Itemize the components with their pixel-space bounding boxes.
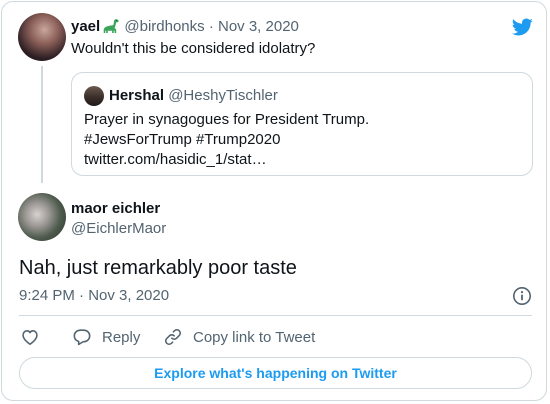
main-tweet-timestamp[interactable]: 9:24 PM · Nov 3, 2020 [19, 286, 169, 306]
thread-connector-line [41, 66, 43, 183]
header-separator: · [208, 18, 214, 35]
twitter-bird-icon[interactable] [510, 16, 534, 38]
reply-label: Reply [102, 328, 141, 346]
quoted-tweet-link: twitter.com/hasidic_1/stat… [84, 151, 267, 168]
main-tweet-text: Nah, just remarkably poor taste [19, 257, 297, 279]
explore-twitter-button[interactable]: Explore what's happening on Twitter [19, 357, 532, 389]
tweet-embed-card: yael @birdhonks · Nov 3, 2020 Wouldn't t… [1, 1, 547, 401]
main-author-handle[interactable]: @EichlerMaor [71, 219, 166, 239]
quoted-tweet-header: Hershal @HeshyTischler [109, 86, 278, 106]
heart-icon [22, 330, 38, 345]
main-author-name[interactable]: maor eichler [71, 199, 160, 219]
parent-author-avatar[interactable] [18, 13, 66, 61]
quoted-tweet-text: Prayer in synagogues for President Trump… [84, 110, 369, 170]
quoted-tweet-card[interactable]: Hershal @HeshyTischler Prayer in synagog… [71, 72, 533, 176]
speech-bubble-icon [73, 329, 91, 346]
parent-author-name[interactable]: yael [71, 18, 100, 35]
copy-link-label: Copy link to Tweet [193, 328, 316, 346]
parent-author-handle[interactable]: @birdhonks [124, 18, 204, 35]
copy-link-button[interactable]: Copy link to Tweet [163, 326, 315, 348]
quoted-author-handle: @HeshyTischler [168, 87, 278, 104]
link-icon [165, 329, 181, 345]
quoted-tweet-line: Prayer in synagogues for President Trump… [84, 111, 370, 128]
parent-tweet-date[interactable]: Nov 3, 2020 [218, 18, 299, 35]
info-icon[interactable] [512, 286, 532, 306]
quoted-tweet-hashtags: #JewsForTrump #Trump2020 [84, 131, 281, 148]
quoted-author-name: Hershal [109, 87, 165, 104]
parent-tweet-header: yael @birdhonks · Nov 3, 2020 [71, 17, 299, 37]
reply-button[interactable]: Reply [72, 326, 140, 348]
quoted-author-avatar [84, 86, 104, 106]
main-author-avatar[interactable] [18, 193, 66, 241]
like-button[interactable] [20, 326, 50, 348]
action-divider [19, 315, 532, 316]
parent-tweet-text: Wouldn't this be considered idolatry? [71, 40, 316, 57]
sauropod-emoji-icon [103, 19, 119, 33]
